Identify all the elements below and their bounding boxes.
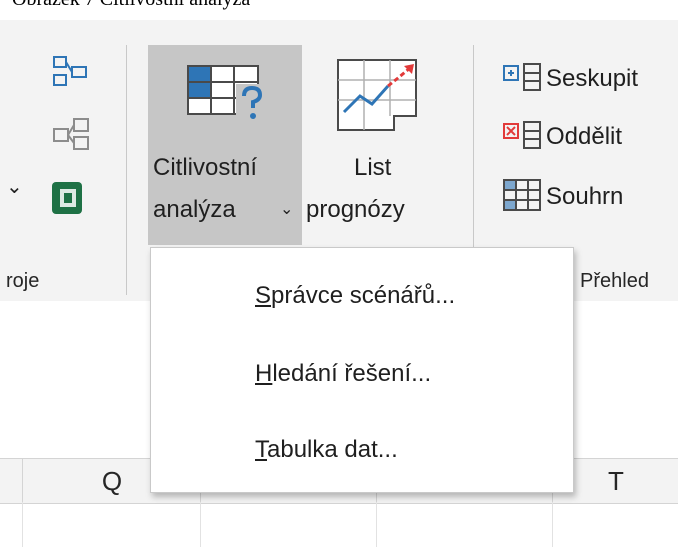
group-label-outline: Přehled [580,270,649,292]
sensitivity-analysis-label-line1: Citlivostní [153,154,258,181]
manage-data-model-icon[interactable] [52,117,90,158]
menu-item-accelerator: T [255,436,267,463]
cell-gridline [376,502,377,547]
subtotal-button[interactable]: Souhrn [502,178,624,214]
ribbon-separator [126,45,127,295]
forecast-sheet-label-line2: prognózy [306,196,405,223]
figure-caption: Obrázek 7 Citlivostní analýza [12,0,250,18]
cell-gridline [22,502,23,547]
forecast-sheet-label-line1: List [354,154,392,181]
menu-item-data-table[interactable]: Tabulka dat... [255,436,398,464]
menu-item-goal-seek[interactable]: Hledání řešení... [255,360,431,388]
group-button[interactable]: Seskupit [502,62,638,96]
menu-item-accelerator: H [255,360,273,387]
menu-item-label: ledání řešení... [272,360,432,387]
chevron-down-icon: ⌄ [280,201,294,218]
cell-gridline [552,502,553,547]
left-dropdown-chevron-icon[interactable]: ⌄ [6,172,23,202]
menu-item-label: abulka dat... [267,436,398,463]
group-label-left: roje [6,270,40,292]
sensitivity-analysis-label-line2: analýza [153,196,236,223]
subtotal-label: Souhrn [546,183,624,210]
ungroup-button[interactable]: Oddělit [502,120,622,154]
forecast-sheet-icon[interactable] [334,56,420,137]
menu-item-accelerator: S [255,282,272,309]
ungroup-label: Oddělit [546,123,623,150]
menu-item-label: právce scénářů... [271,282,456,309]
cell-gridline [200,502,201,547]
what-if-analysis-icon [186,62,266,127]
menu-item-scenario-manager[interactable]: Správce scénářů... [255,282,455,310]
power-pivot-icon[interactable] [50,180,84,221]
group-label: Seskupit [546,65,639,92]
sensitivity-analysis-menu: Správce scénářů... Hledání řešení... Tab… [150,247,574,493]
relationships-icon[interactable] [52,55,88,92]
